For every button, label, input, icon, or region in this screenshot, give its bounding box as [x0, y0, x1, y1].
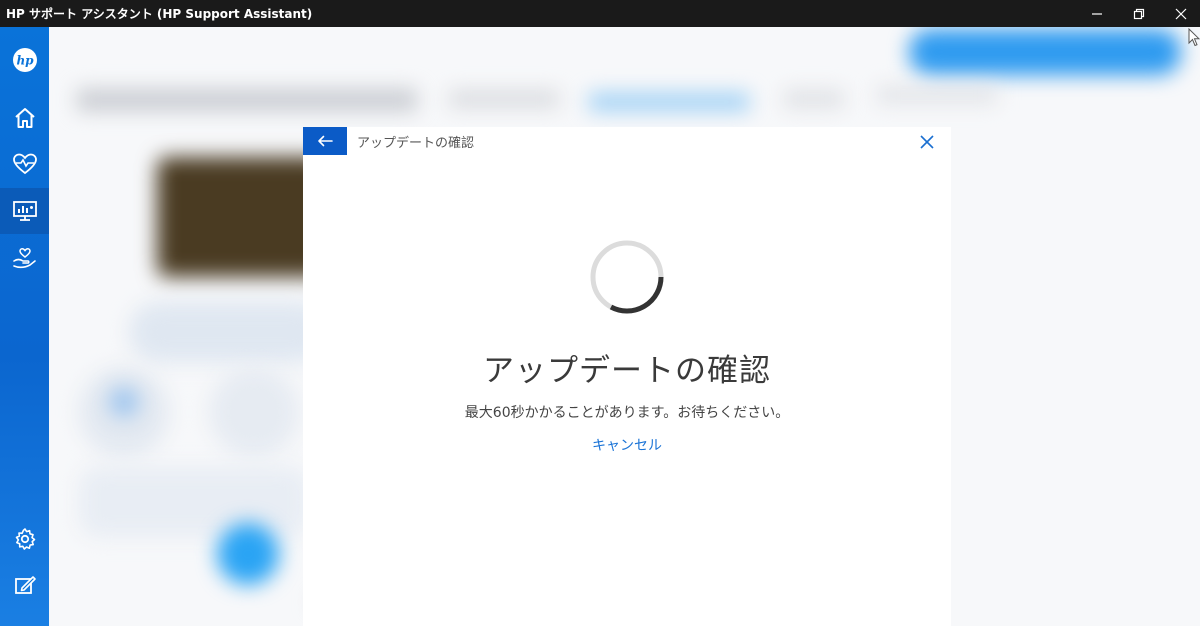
- blurred-heading: [77, 89, 417, 111]
- close-icon: [1175, 8, 1187, 19]
- blurred-action-button: [909, 29, 1181, 75]
- window-title: HP サポート アシスタント (HP Support Assistant): [6, 7, 313, 21]
- sidebar-item-feedback[interactable]: [0, 563, 49, 609]
- window-close-button[interactable]: [1158, 0, 1200, 27]
- close-icon: [920, 135, 934, 149]
- monitor-chart-icon: [12, 201, 37, 221]
- blurred-tab-active: [589, 93, 749, 111]
- mouse-cursor-icon: [1188, 28, 1200, 47]
- sidebar: hp: [0, 27, 49, 626]
- dialog-header: アップデートの確認: [303, 127, 951, 155]
- arrow-left-icon: [318, 135, 333, 147]
- sidebar-item-home[interactable]: [0, 95, 49, 141]
- heart-pulse-icon: [12, 153, 37, 175]
- feedback-icon: [14, 576, 36, 594]
- blurred-tile: [209, 367, 299, 457]
- dialog-header-title: アップデートの確認: [357, 136, 475, 151]
- cancel-link[interactable]: キャンセル: [303, 435, 951, 455]
- minimize-button[interactable]: [1074, 0, 1120, 27]
- hand-heart-icon: [12, 248, 36, 269]
- sidebar-item-settings[interactable]: [0, 516, 49, 562]
- blurred-tab: [449, 91, 559, 107]
- blurred-card: [129, 302, 329, 362]
- sidebar-item-support[interactable]: [0, 235, 49, 281]
- dialog-main-title: アップデートの確認: [483, 353, 771, 389]
- sidebar-item-my-device[interactable]: [0, 188, 49, 234]
- back-button[interactable]: [303, 127, 347, 155]
- gear-icon: [15, 528, 35, 550]
- dialog-subtitle: 最大60秒かかることがあります。お待ちください。: [464, 405, 790, 421]
- update-check-dialog: アップデートの確認 アップデートの確認 最大60秒かかることがあります。お待ちく…: [303, 127, 951, 626]
- loading-spinner: [590, 240, 664, 314]
- sidebar-item-health[interactable]: [0, 141, 49, 187]
- blurred-floating-button: [217, 523, 279, 585]
- hp-logo[interactable]: hp: [0, 37, 49, 83]
- window-titlebar: HP サポート アシスタント (HP Support Assistant): [0, 0, 1200, 27]
- blurred-device-image: [157, 157, 327, 277]
- restore-button[interactable]: [1116, 0, 1162, 27]
- blurred-tab: [877, 87, 997, 103]
- restore-icon: [1133, 8, 1145, 19]
- blurred-tile-icon: [109, 387, 139, 417]
- blurred-tab: [784, 91, 844, 107]
- svg-text:hp: hp: [16, 54, 34, 68]
- blurred-card: [79, 467, 309, 537]
- minimize-icon: [1092, 12, 1102, 15]
- dialog-close-button[interactable]: [917, 132, 937, 152]
- hp-logo-icon: hp: [12, 48, 37, 72]
- home-icon: [14, 108, 35, 128]
